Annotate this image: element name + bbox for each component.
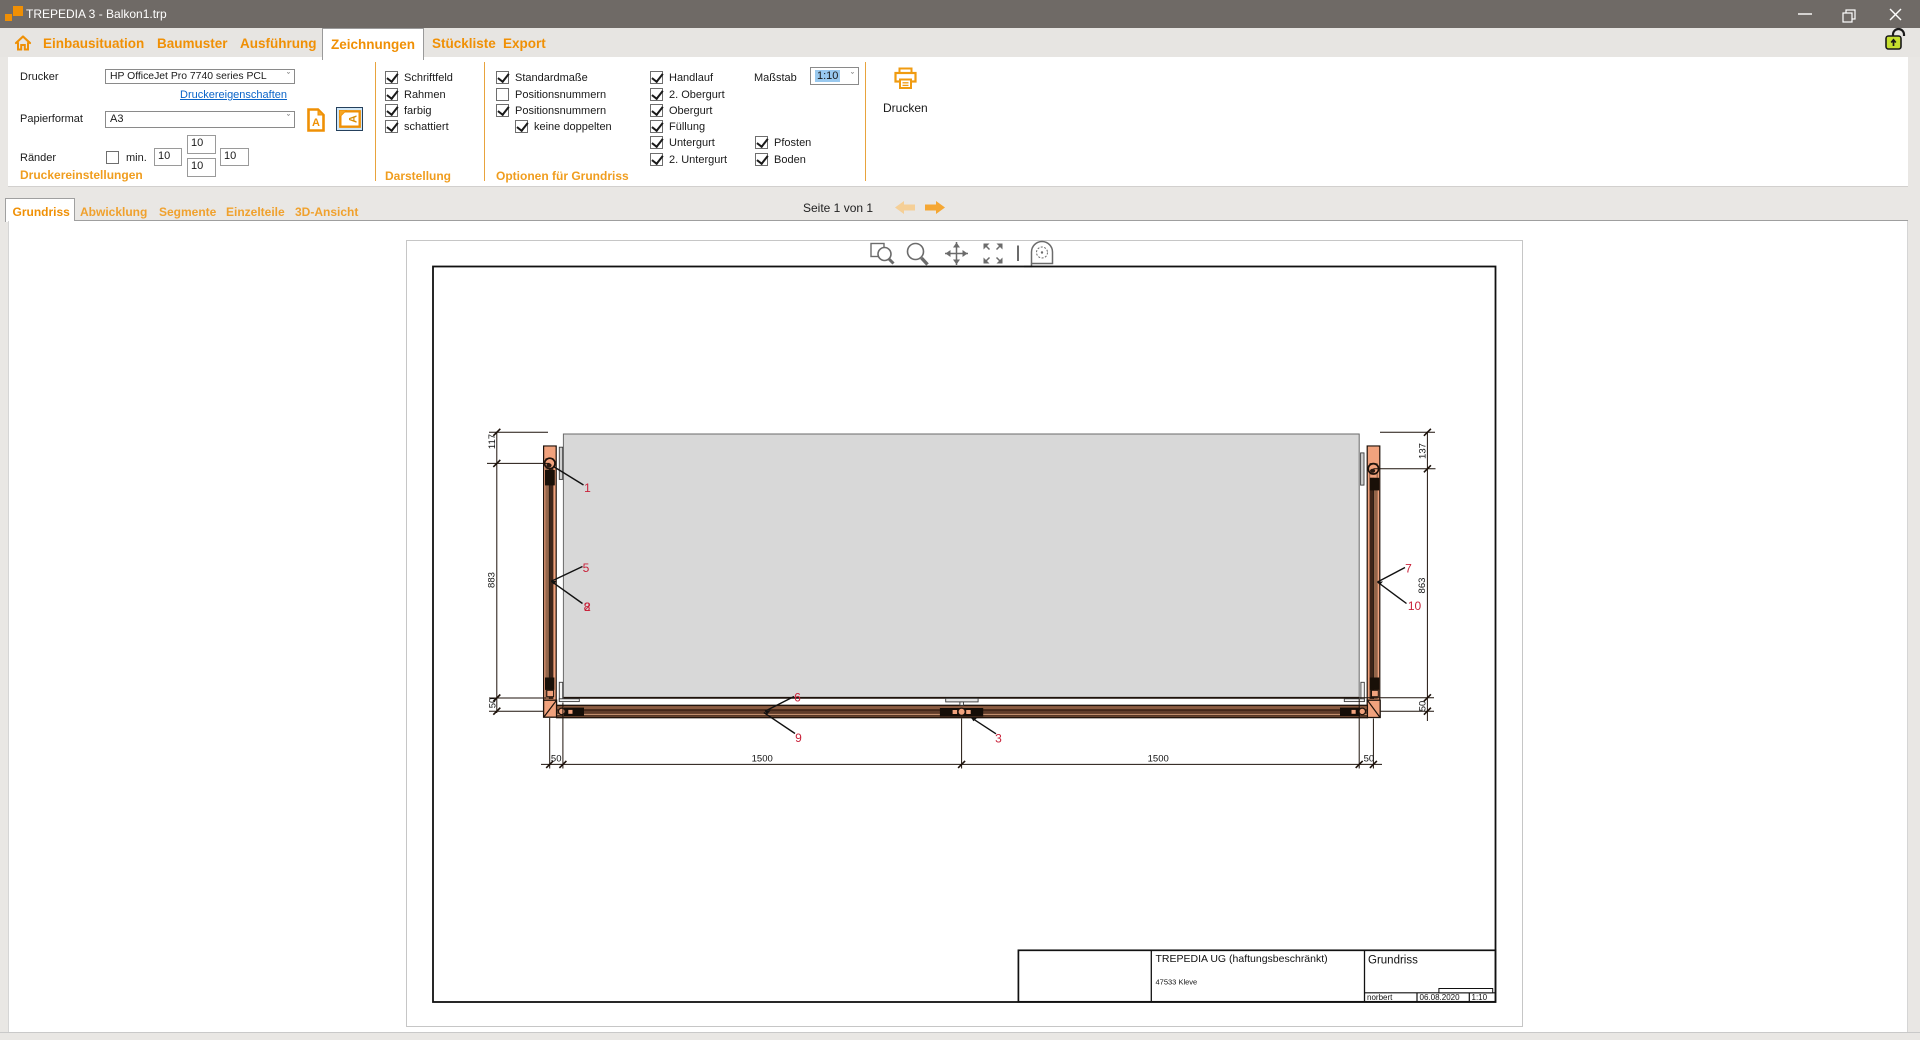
svg-text:A: A	[347, 115, 359, 123]
svg-text:A: A	[312, 117, 320, 129]
